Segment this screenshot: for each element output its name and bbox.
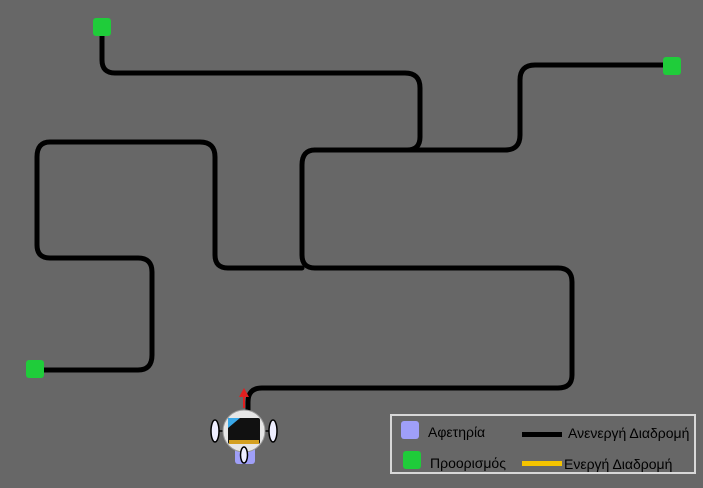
destination-marker	[26, 360, 44, 378]
legend-active-label: Ενεργή Διαδρομή	[564, 456, 673, 472]
active-path-swatch	[522, 461, 562, 466]
route-path-left[interactable]	[32, 139, 305, 373]
legend-start-label: Αφετηρία	[428, 424, 486, 440]
destination-marker	[663, 57, 681, 75]
destination-marker	[93, 18, 111, 36]
destination-swatch	[403, 451, 421, 469]
legend: Αφετηρία Προορισμός Ανενεργή Διαδρομή Εν…	[390, 414, 696, 474]
legend-destination-label: Προορισμός	[430, 455, 506, 471]
route-path-top[interactable]	[99, 24, 423, 153]
route-path-main[interactable]	[245, 147, 575, 413]
inactive-path-swatch	[522, 432, 562, 437]
microbit-robot-icon[interactable]	[210, 388, 278, 464]
start-swatch	[401, 421, 419, 439]
route-path-right[interactable]	[312, 62, 675, 153]
legend-inactive-label: Ανενεργή Διαδρομή	[568, 425, 690, 441]
